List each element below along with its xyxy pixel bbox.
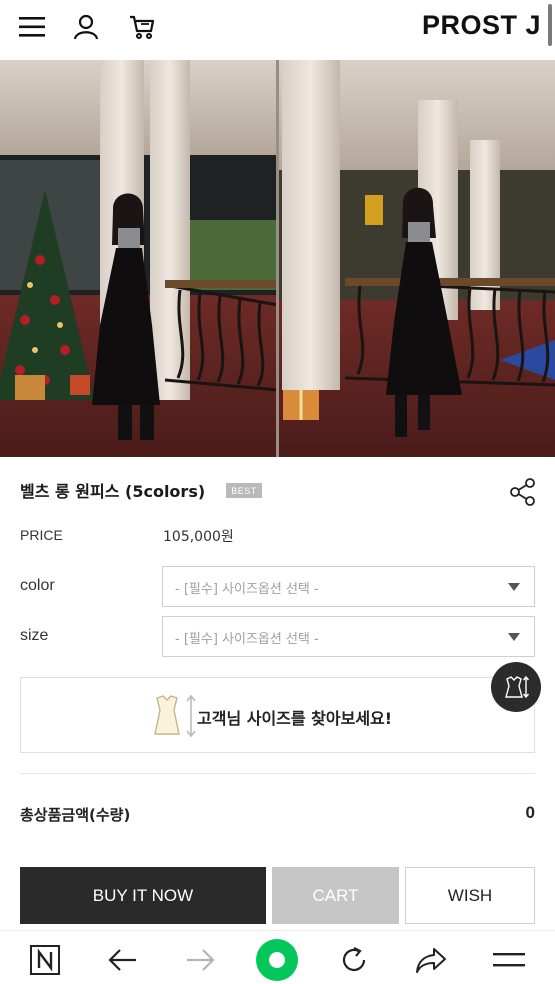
color-select-value: - [필수] 사이즈옵션 선택 -	[175, 582, 319, 597]
cart-icon[interactable]	[127, 12, 157, 42]
product-title: 벨츠 롱 원피스 (5colors)	[20, 482, 206, 501]
chevron-down-icon	[508, 583, 520, 591]
menu-lines-icon[interactable]	[492, 943, 526, 977]
wish-button[interactable]: WISH	[405, 867, 535, 924]
floating-size-button[interactable]	[491, 662, 541, 712]
site-header: PROST J	[0, 0, 555, 58]
size-label: size	[20, 627, 49, 644]
share-icon[interactable]	[508, 477, 538, 507]
menu-icon[interactable]	[17, 12, 47, 42]
dress-size-icon	[151, 692, 203, 740]
divider	[20, 773, 535, 774]
size-finder-button[interactable]: 고객님 사이즈를 찾아보세요!	[20, 677, 535, 753]
color-select[interactable]: - [필수] 사이즈옵션 선택 -	[162, 566, 535, 607]
brand-logo[interactable]: PROST J	[422, 10, 541, 41]
green-dot-icon[interactable]	[255, 938, 299, 982]
chevron-down-icon	[508, 633, 520, 641]
color-label: color	[20, 577, 55, 594]
scrollbar-thumb[interactable]	[548, 4, 552, 46]
total-label: 총상품금액(수량)	[20, 806, 131, 824]
total-value: 0	[525, 803, 535, 822]
back-arrow-icon[interactable]	[106, 943, 140, 977]
forward-arrow-icon[interactable]	[183, 943, 217, 977]
size-select-value: - [필수] 사이즈옵션 선택 -	[175, 632, 319, 647]
product-photo[interactable]	[0, 60, 555, 457]
share-arrow-icon[interactable]	[414, 943, 448, 977]
best-badge: BEST	[226, 483, 262, 498]
dress-size-icon	[505, 675, 530, 699]
buy-now-button[interactable]: BUY IT NOW	[20, 867, 266, 924]
price-value: 105,000원	[163, 529, 234, 545]
cart-button[interactable]: CART	[272, 867, 399, 924]
product-page: PROST J 벨츠 롱 원피스 (5colors) BEST PRICE 10…	[0, 0, 555, 984]
size-finder-text: 고객님 사이즈를 찾아보세요!	[197, 709, 393, 728]
user-icon[interactable]	[71, 12, 101, 42]
refresh-icon[interactable]	[337, 943, 371, 977]
size-select[interactable]: - [필수] 사이즈옵션 선택 -	[162, 616, 535, 657]
browser-toolbar	[0, 930, 555, 984]
naver-n-icon[interactable]	[28, 943, 62, 977]
price-label: PRICE	[20, 527, 63, 543]
